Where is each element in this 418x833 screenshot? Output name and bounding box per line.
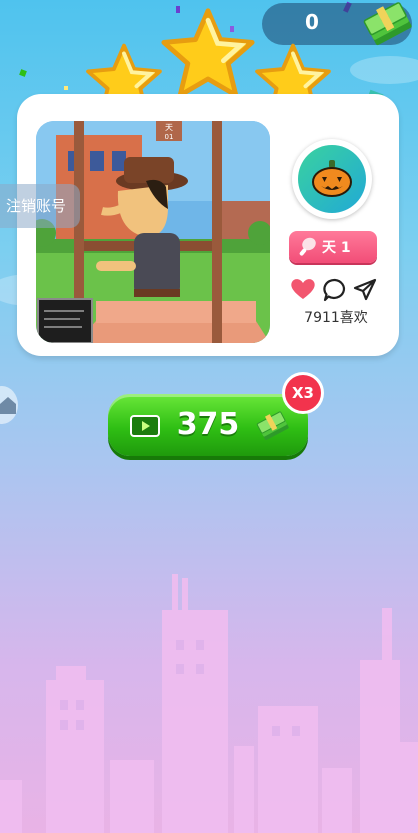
svg-text:01: 01 [165,133,174,141]
post-photo: 天 01 [36,121,270,343]
comment-icon[interactable] [322,277,348,303]
share-icon[interactable] [352,277,378,303]
heart-icon[interactable] [290,277,316,301]
multiplier-badge: X3 [282,372,324,414]
drumstick-icon [299,237,316,256]
home-icon [0,397,16,414]
cash-stack-icon [256,411,289,441]
svg-text:天: 天 [165,123,173,132]
day-badge-label: 天 1 [322,240,351,256]
pumpkin-icon [312,160,352,197]
logout-account-tab[interactable]: 注销账号 [0,184,80,228]
cash-stack-icon [363,2,412,46]
reward-star-icon [161,8,255,98]
video-icon [130,415,160,437]
reward-amount: 375 [176,407,240,442]
likes-count: 7911喜欢 [304,310,368,326]
currency-value: 0 [305,10,319,34]
